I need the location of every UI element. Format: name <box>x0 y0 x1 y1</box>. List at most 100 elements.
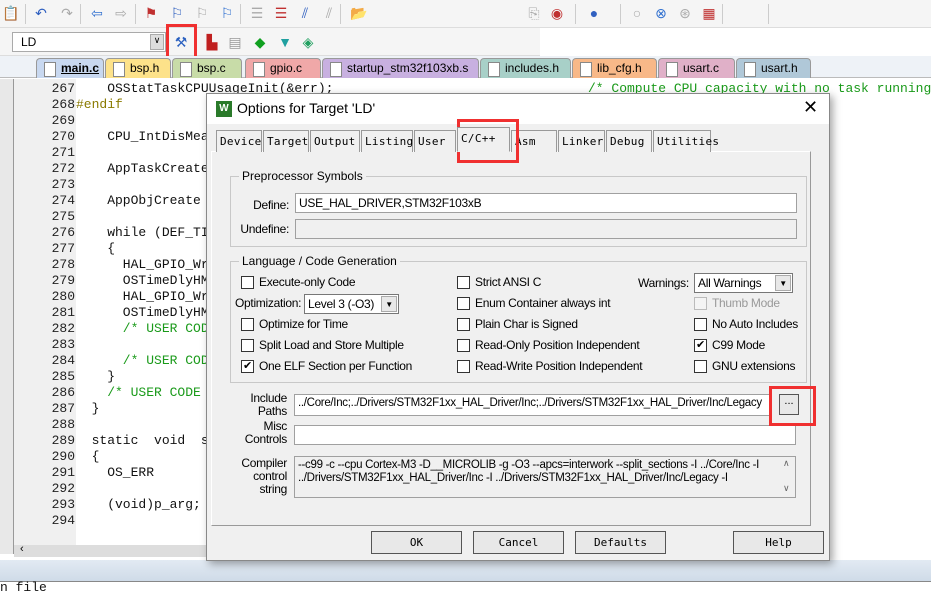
checkbox-read-only-position-independent[interactable]: Read-Only Position Independent <box>457 338 640 352</box>
code-line[interactable]: OSTimeDlyHM <box>76 305 209 320</box>
dialog-tab-device[interactable]: Device <box>216 130 262 152</box>
code-line[interactable]: AppTaskCreate <box>76 161 208 176</box>
dialog-tab-asm[interactable]: Asm <box>511 130 557 152</box>
code-line[interactable]: static void s <box>76 433 209 448</box>
checkbox-unchecked-icon <box>694 360 707 373</box>
next-bookmark-icon[interactable]: ⚐ <box>193 4 211 22</box>
find-icon[interactable]: ⎘ <box>525 4 543 22</box>
target-select[interactable]: LD ∨ <box>12 32 166 52</box>
dialog-tab-debug[interactable]: Debug <box>606 130 652 152</box>
checkbox-gnu-extensions[interactable]: GNU extensions <box>694 359 795 373</box>
checkbox-read-write-position-independent[interactable]: Read-Write Position Independent <box>457 359 643 373</box>
include-paths-input[interactable]: ../Core/Inc;../Drivers/STM32F1xx_HAL_Dri… <box>294 394 772 416</box>
file-tab[interactable]: bsp.h <box>105 58 171 78</box>
kill-breakpoints-icon[interactable]: ⊗ <box>652 4 670 22</box>
line-number: 274 <box>51 193 75 208</box>
dialog-tab-user[interactable]: User <box>414 130 456 152</box>
code-line[interactable]: OSTimeDlyHM <box>76 273 209 288</box>
unindent-icon[interactable]: ☰ <box>272 4 290 22</box>
scroll-up-icon[interactable]: ∧ <box>783 458 790 469</box>
warnings-select[interactable]: All Warnings ▼ <box>694 273 793 293</box>
file-tab-label: bsp.c <box>197 61 226 75</box>
code-line[interactable]: HAL_GPIO_Wr <box>76 289 209 304</box>
undo-icon[interactable]: ↶ <box>32 4 50 22</box>
options-for-target-icon[interactable]: ⚒ <box>172 33 190 51</box>
code-line[interactable]: { <box>76 449 100 464</box>
checkbox-strict-ansi-c[interactable]: Strict ANSI C <box>457 275 541 289</box>
ok-button[interactable]: OK <box>371 531 462 554</box>
prev-bookmark-icon[interactable]: ⚐ <box>168 4 186 22</box>
bookmark-icon[interactable]: ⚑ <box>142 4 160 22</box>
defaults-button[interactable]: Defaults <box>575 531 666 554</box>
define-label: Define: <box>253 198 289 212</box>
code-line[interactable]: /* USER COD <box>76 321 209 336</box>
checkbox-enum-container-always-int[interactable]: Enum Container always int <box>457 296 611 310</box>
file-tab[interactable]: main.c <box>36 58 104 78</box>
indent-icon[interactable]: ☰ <box>248 4 266 22</box>
code-line[interactable]: AppObjCreate <box>76 193 201 208</box>
define-input[interactable]: USE_HAL_DRIVER,STM32F103xB <box>295 193 797 213</box>
redo-icon[interactable]: ↷ <box>58 4 76 22</box>
checkbox-label: Plain Char is Signed <box>475 317 578 331</box>
dialog-tab-target[interactable]: Target <box>263 130 309 152</box>
checkbox-no-auto-includes[interactable]: No Auto Includes <box>694 317 798 331</box>
scroll-left-icon[interactable]: ‹ <box>20 543 24 555</box>
back-icon[interactable]: ⇦ <box>88 4 106 22</box>
dialog-tab-cc[interactable]: C/C++ <box>457 127 510 152</box>
clear-bookmarks-icon[interactable]: ⚐ <box>218 4 236 22</box>
file-tab[interactable]: gpio.c <box>245 58 321 78</box>
optimization-select[interactable]: Level 3 (-O3) ▼ <box>304 294 399 314</box>
code-line[interactable]: HAL_GPIO_Wr <box>76 257 209 272</box>
checkbox-one-elf-section-per-function[interactable]: ✔ One ELF Section per Function <box>241 359 412 373</box>
line-number: 283 <box>51 337 75 352</box>
checkbox-plain-char-is-signed[interactable]: Plain Char is Signed <box>457 317 578 331</box>
checkbox-optimize-for-time[interactable]: Optimize for Time <box>241 317 348 331</box>
dialog-tab-linker[interactable]: Linker <box>558 130 605 152</box>
window-icon[interactable]: ⊛ <box>676 4 694 22</box>
code-line[interactable]: while (DEF_TI <box>76 225 208 240</box>
find-in-files-icon[interactable]: 📂 <box>350 4 368 22</box>
settings-icon[interactable]: ▦ <box>700 4 718 22</box>
code-line[interactable]: (void)p_arg; <box>76 497 201 512</box>
code-line[interactable]: /* USER COD <box>76 353 209 368</box>
file-tab[interactable]: bsp.c <box>172 58 242 78</box>
undefine-input[interactable] <box>295 219 797 239</box>
pack-installer-icon[interactable]: ◆ <box>251 33 269 51</box>
paste-icon[interactable]: 📋 <box>2 4 20 22</box>
dialog-tab-utilities[interactable]: Utilities <box>653 130 719 152</box>
code-line[interactable]: { <box>76 241 115 256</box>
code-line[interactable]: CPU_IntDisMea <box>76 129 208 144</box>
code-line[interactable]: } <box>76 401 100 416</box>
file-tab[interactable]: usart.h <box>736 58 811 78</box>
manage-components-icon[interactable]: ▙ <box>203 33 221 51</box>
file-tab[interactable]: startup_stm32f103xb.s <box>322 58 479 78</box>
file-tab[interactable]: lib_cfg.h <box>572 58 657 78</box>
browse-include-paths-button[interactable]: ... <box>779 394 799 415</box>
disable-breakpoint-icon[interactable]: ○ <box>628 4 646 22</box>
close-icon[interactable]: ✕ <box>803 97 818 118</box>
checkbox-split-load-and-store-multiple[interactable]: Split Load and Store Multiple <box>241 338 404 352</box>
checkbox-c99-mode[interactable]: ✔ C99 Mode <box>694 338 765 352</box>
file-tab[interactable]: usart.c <box>658 58 735 78</box>
batch-build-icon[interactable]: ◈ <box>299 33 317 51</box>
dialog-tab-listing[interactable]: Listing <box>361 130 413 152</box>
code-line[interactable]: OS_ERR e <box>76 465 216 480</box>
cancel-button[interactable]: Cancel <box>473 531 564 554</box>
forward-icon[interactable]: ⇨ <box>112 4 130 22</box>
file-tab[interactable]: includes.h <box>480 58 571 78</box>
uncomment-icon[interactable]: ⫽ <box>320 4 338 22</box>
debug-icon[interactable]: ◉ <box>548 4 566 22</box>
scroll-down-icon[interactable]: ∨ <box>783 483 790 494</box>
breakpoint-icon[interactable]: ● <box>585 4 603 22</box>
code-line[interactable]: #endif <box>76 97 123 112</box>
horizontal-scrollbar[interactable]: ‹ <box>14 543 214 557</box>
select-packs-icon[interactable]: ▤ <box>226 33 244 51</box>
translate-icon[interactable]: ▼ <box>276 33 294 51</box>
help-button[interactable]: Help <box>733 531 824 554</box>
comment-icon[interactable]: ⫽ <box>296 4 314 22</box>
misc-controls-input[interactable] <box>294 425 796 445</box>
dialog-tab-output[interactable]: Output <box>310 130 360 152</box>
code-line[interactable]: } <box>76 369 115 384</box>
code-line[interactable]: /* USER CODE <box>76 385 201 400</box>
checkbox-execute-only-code[interactable]: Execute-only Code <box>241 275 356 289</box>
